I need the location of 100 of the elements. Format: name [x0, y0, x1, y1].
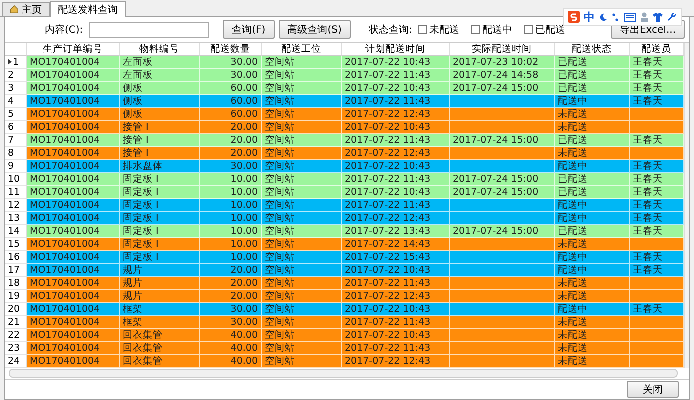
table-cell: 2017-07-22 10:43 [342, 160, 450, 173]
table-cell: 王春天 [630, 134, 684, 147]
content-field[interactable] [89, 22, 210, 38]
table-cell: 10.00 [200, 225, 262, 238]
table-cell [630, 342, 684, 355]
table-cell [630, 355, 684, 368]
punctuation-icon[interactable] [612, 12, 620, 22]
table-cell: MO170401004 [27, 160, 120, 173]
keyboard-icon[interactable] [624, 12, 636, 22]
column-header[interactable]: 配送数量 [200, 43, 262, 56]
checkbox[interactable] [524, 25, 534, 34]
table-cell: MO170401004 [27, 316, 120, 329]
query-button[interactable]: 查询(F) [223, 20, 275, 39]
table-cell: 2017-07-22 12:43 [342, 290, 450, 303]
table-cell: 空间站 [262, 238, 342, 251]
table-cell: 2017-07-22 11:43 [342, 277, 450, 290]
column-header[interactable]: 配送员 [630, 43, 684, 56]
table-cell: MO170401004 [27, 186, 120, 199]
table-cell: MO170401004 [27, 108, 120, 121]
table-cell: 接管 I [120, 147, 200, 160]
table-cell: 未配送 [555, 355, 630, 368]
table-cell: 2017-07-22 14:43 [342, 238, 450, 251]
table-cell: 2017-07-22 10:43 [342, 264, 450, 277]
advanced-query-button[interactable]: 高级查询(S) [278, 20, 351, 39]
table-cell: 2017-07-22 10:43 [342, 56, 450, 69]
table-cell: 已配送 [555, 69, 630, 82]
table-cell: 2017-07-22 11:43 [342, 69, 450, 82]
table-cell: 空间站 [262, 355, 342, 368]
table-cell: MO170401004 [27, 199, 120, 212]
table-cell: 王春天 [630, 69, 684, 82]
vertical-scrollbar[interactable] [684, 43, 689, 368]
table-cell: MO170401004 [27, 212, 120, 225]
table-cell: 王春天 [630, 199, 684, 212]
table-cell: 2017-07-24 15:00 [450, 134, 555, 147]
table-cell: 王春天 [630, 303, 684, 316]
tab[interactable]: 主页 [2, 2, 50, 16]
table-cell: 未配送 [555, 238, 630, 251]
table-cell: MO170401004 [27, 303, 120, 316]
table-cell: 已配送 [555, 186, 630, 199]
table-cell: 空间站 [262, 277, 342, 290]
checkbox[interactable] [471, 25, 480, 34]
table-cell: MO170401004 [27, 251, 120, 264]
table-cell: 空间站 [262, 303, 342, 316]
user-icon[interactable] [640, 12, 649, 22]
table-cell [630, 147, 684, 160]
column-header[interactable]: 配送工位 [262, 43, 342, 56]
table-cell [630, 329, 684, 342]
table-cell: 侧板 [120, 108, 200, 121]
table-cell: 固定板 I [120, 225, 200, 238]
table-cell: 10.00 [200, 238, 262, 251]
wrench-icon[interactable] [667, 12, 677, 22]
row-number: 16 [5, 251, 27, 264]
checkbox-label: 已配送 [535, 24, 566, 36]
table-cell: 配送中 [555, 199, 630, 212]
shirt-icon[interactable] [653, 12, 663, 22]
table-cell: 10.00 [200, 212, 262, 225]
table-cell: 空间站 [262, 121, 342, 134]
horizontal-scrollbar[interactable] [9, 369, 678, 378]
table-cell: MO170401004 [27, 173, 120, 186]
tab[interactable]: 配送发料查询 [50, 1, 126, 17]
table-cell: 2017-07-22 10:43 [342, 121, 450, 134]
table-cell: 2017-07-22 11:43 [342, 134, 450, 147]
table-cell: 2017-07-22 10:43 [342, 186, 450, 199]
column-header[interactable]: 物料编号 [120, 43, 200, 56]
table-cell: 2017-07-24 15:00 [450, 186, 555, 199]
column-header[interactable]: 生产订单编号 [27, 43, 120, 56]
table-cell: 未配送 [555, 290, 630, 303]
table-cell: 固定板 I [120, 212, 200, 225]
table-cell: 20.00 [200, 147, 262, 160]
table-cell: 20.00 [200, 134, 262, 147]
table-cell: 配送中 [555, 160, 630, 173]
table-cell: 侧板 [120, 82, 200, 95]
table-cell [630, 108, 684, 121]
table-cell: MO170401004 [27, 238, 120, 251]
close-button[interactable]: 关闭 [627, 381, 679, 398]
table-cell: 2017-07-24 15:00 [450, 82, 555, 95]
table-cell: 未配送 [555, 316, 630, 329]
row-number: 9 [5, 160, 27, 173]
checkbox-label: 配送中 [482, 24, 512, 36]
moon-icon[interactable] [599, 12, 608, 22]
column-header[interactable]: 配送状态 [555, 43, 630, 56]
language-indicator[interactable]: 中 [584, 10, 595, 24]
table-cell: 空间站 [262, 186, 342, 199]
table-cell: 侧板 [120, 95, 200, 108]
checkbox-label: 未配送 [429, 24, 460, 36]
column-header[interactable]: 计划配送时间 [342, 43, 450, 56]
table-cell: MO170401004 [27, 147, 120, 160]
table-cell [630, 238, 684, 251]
row-number: 6 [5, 121, 27, 134]
table-cell [630, 290, 684, 303]
checkbox[interactable] [418, 25, 428, 34]
row-number: 21 [5, 316, 27, 329]
row-number: 18 [5, 277, 27, 290]
row-number: 8 [5, 147, 27, 160]
table-cell: 固定板 I [120, 173, 200, 186]
table-cell: 2017-07-22 11:43 [342, 199, 450, 212]
row-number: 13 [5, 212, 27, 225]
column-header[interactable]: 实际配送时间 [450, 43, 555, 56]
row-number: 24 [5, 355, 27, 368]
table-cell: 30.00 [200, 69, 262, 82]
